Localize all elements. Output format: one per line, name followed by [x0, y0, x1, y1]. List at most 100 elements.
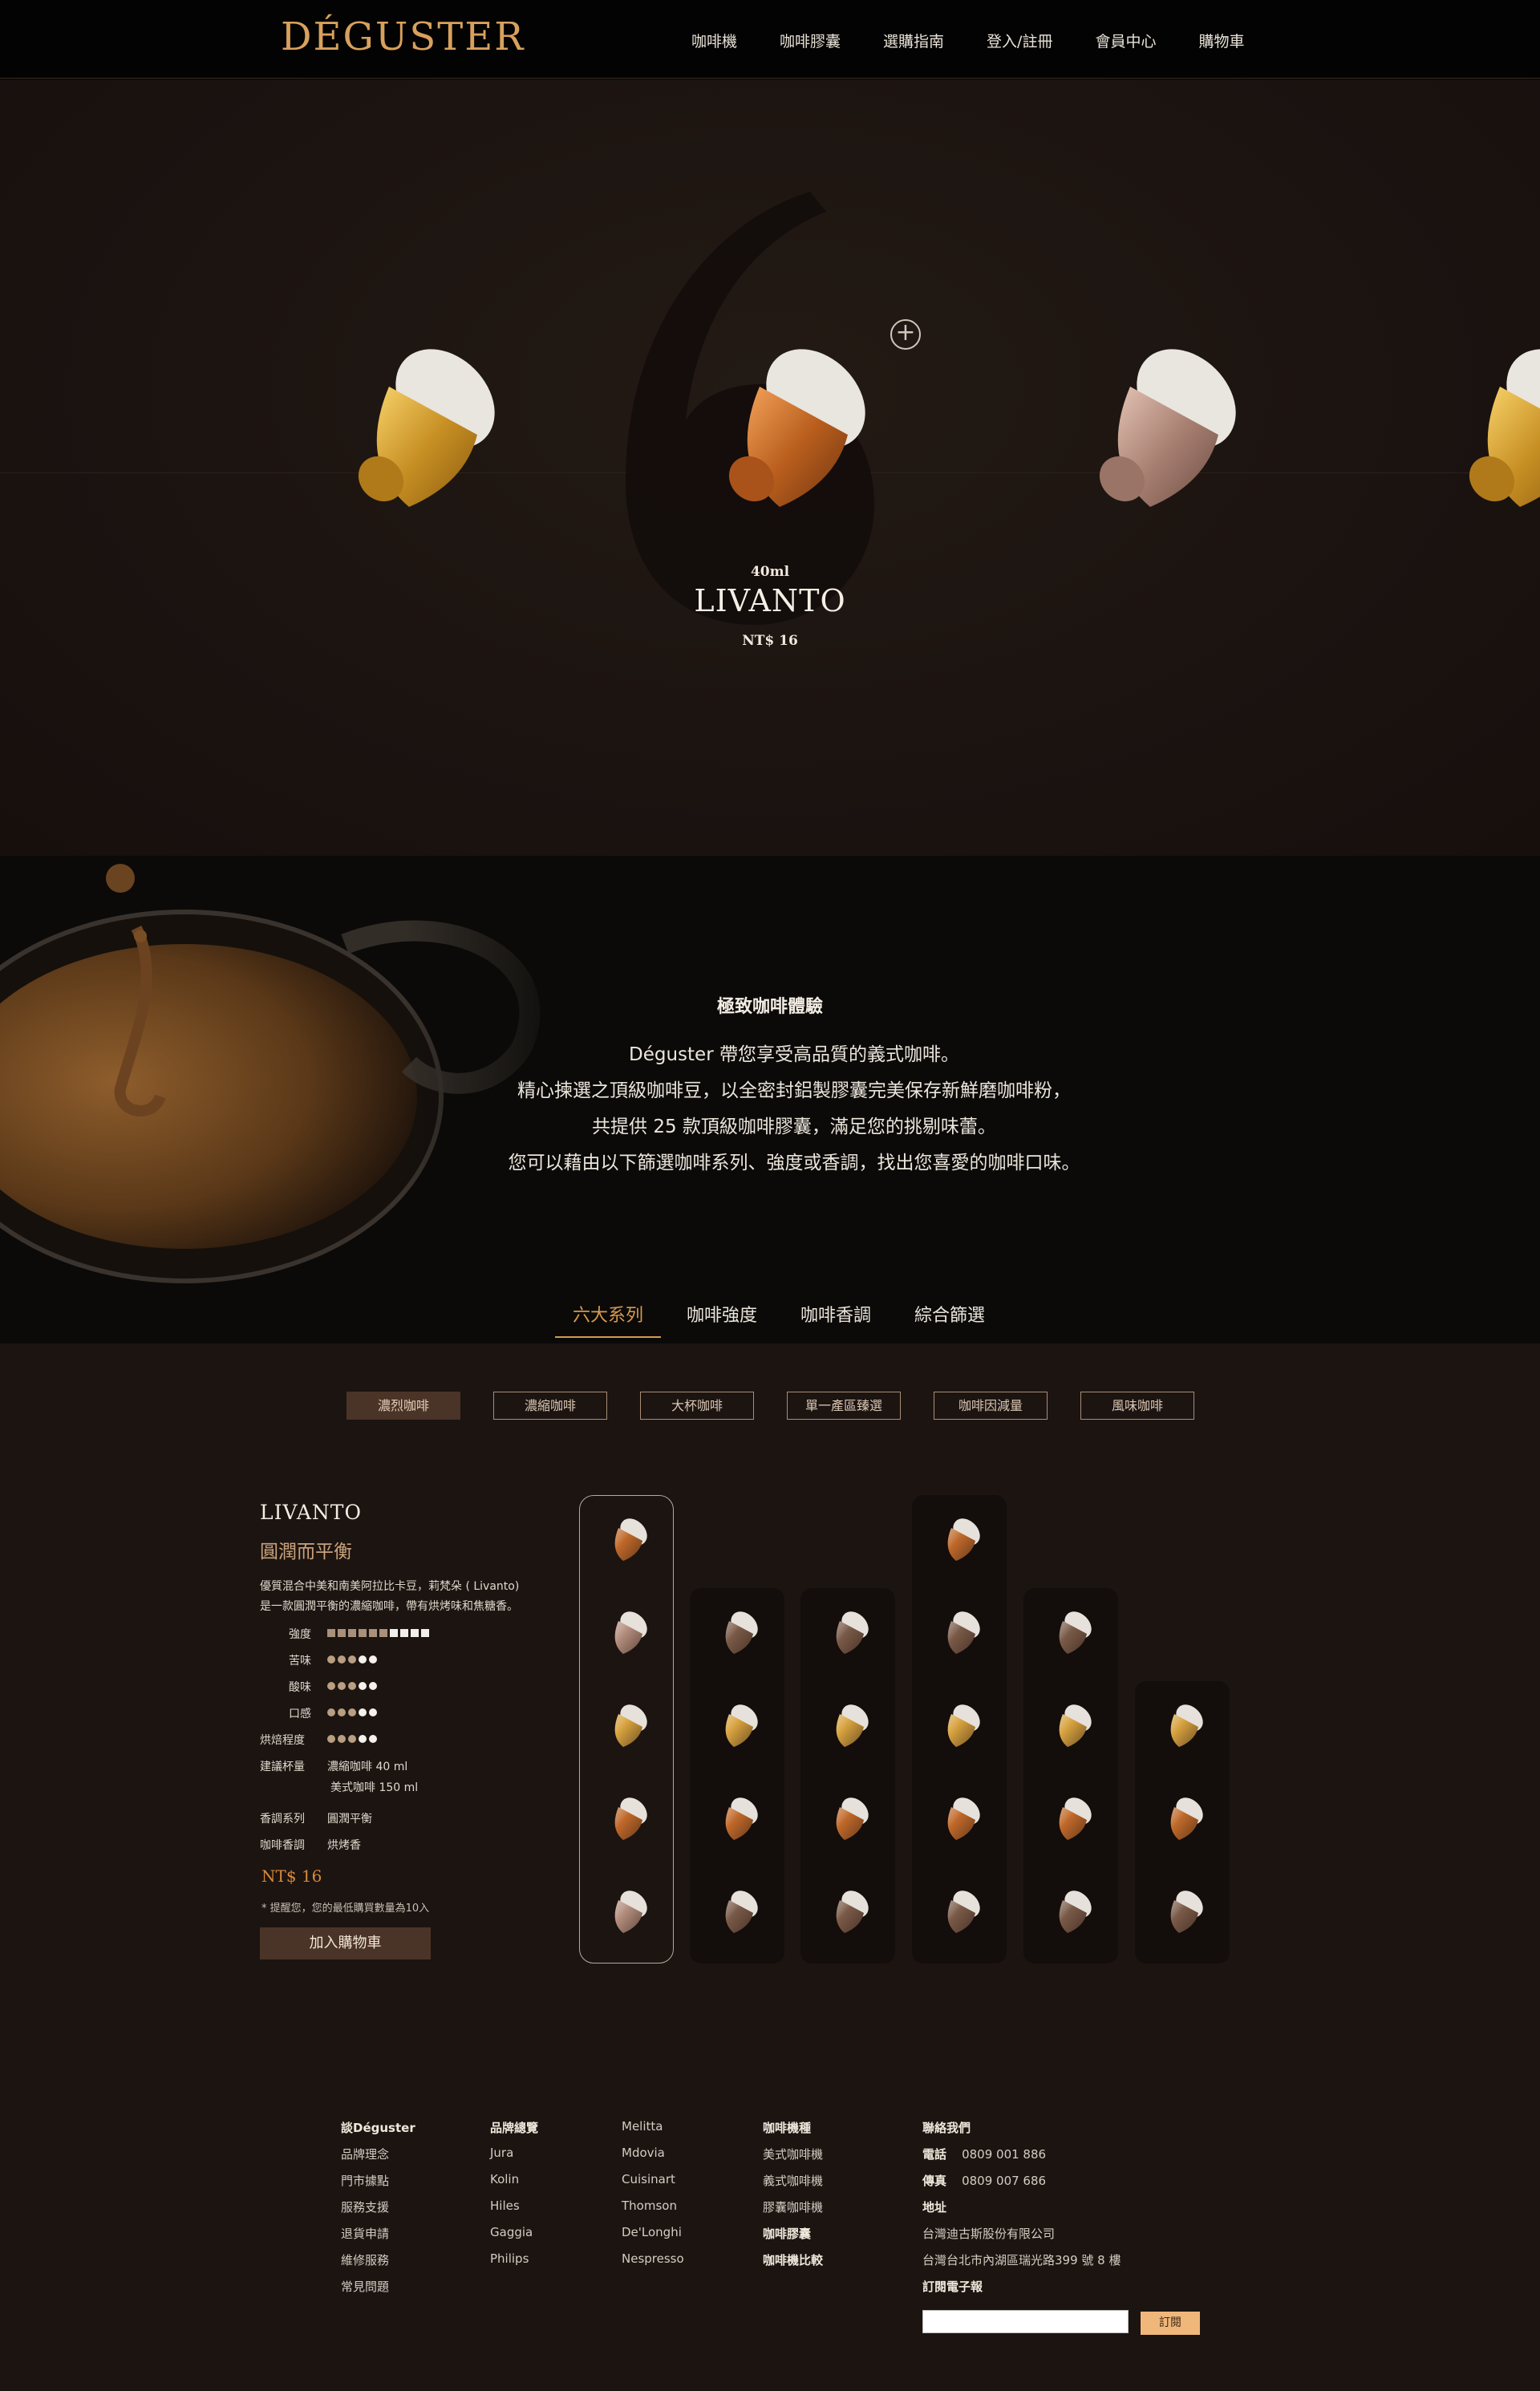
filter-lungo[interactable]: 大杯咖啡 — [640, 1392, 754, 1420]
footer-link[interactable]: 義式咖啡機 — [763, 2172, 823, 2199]
detail-desc: 優質混合中美和南美阿拉比卡豆，莉梵朵 ( Livanto) — [260, 1580, 520, 1593]
capsule-item[interactable] — [800, 1874, 895, 1946]
capsule-item[interactable] — [579, 1781, 674, 1853]
aroma-label: 咖啡香調 — [260, 1839, 305, 1852]
tab-series[interactable]: 六大系列 — [555, 1301, 662, 1338]
capsule-item[interactable] — [800, 1688, 895, 1760]
rating-dot — [338, 1682, 346, 1690]
footer-link[interactable]: 常見問題 — [341, 2278, 415, 2304]
intensity-label: 強度 — [289, 1628, 311, 1641]
filter-intense[interactable]: 濃烈咖啡 — [346, 1392, 460, 1420]
rating-dot — [359, 1655, 367, 1664]
newsletter-email-input[interactable] — [922, 2310, 1129, 2333]
detail-price: NT$ 16 — [261, 1866, 322, 1886]
footer-link[interactable]: 品牌理念 — [341, 2146, 415, 2172]
footer-link[interactable]: Cuisinart — [622, 2172, 684, 2199]
capsule-item[interactable] — [690, 1595, 784, 1667]
capsule-rose-icon[interactable] — [1074, 342, 1266, 535]
intensity-square — [338, 1629, 346, 1637]
filter-single-origin[interactable]: 單一產區臻選 — [787, 1392, 901, 1420]
capsule-icon — [836, 1704, 869, 1747]
capsule-item[interactable] — [1023, 1874, 1118, 1946]
capsule-item[interactable] — [690, 1781, 784, 1853]
capsule-item[interactable] — [1023, 1781, 1118, 1853]
newsletter-label: 訂閱電子報 — [922, 2280, 983, 2294]
footer-link[interactable]: 咖啡機比較 — [763, 2251, 823, 2278]
cup-size-value: 美式咖啡 150 ml — [330, 1781, 419, 1794]
footer-link[interactable]: Melitta — [622, 2119, 684, 2146]
footer-link[interactable]: 門市據點 — [341, 2172, 415, 2199]
footer-link[interactable]: Nespresso — [622, 2251, 684, 2278]
series-value: 圓潤平衡 — [327, 1813, 372, 1826]
nav-item-login[interactable]: 登入/註冊 — [987, 30, 1052, 51]
footer-link[interactable]: 咖啡膠囊 — [763, 2225, 823, 2251]
capsule-item[interactable] — [800, 1781, 895, 1853]
footer-link[interactable]: 服務支援 — [341, 2199, 415, 2225]
capsule-item[interactable] — [690, 1874, 784, 1946]
footer-link[interactable]: 美式咖啡機 — [763, 2146, 823, 2172]
footer-heading: 聯絡我們 — [922, 2121, 971, 2135]
footer-link[interactable]: Jura — [490, 2146, 538, 2172]
detail-desc: 是一款圓潤平衡的濃縮咖啡，帶有烘烤味和焦糖香。 — [260, 1600, 518, 1613]
intensity-square — [348, 1629, 356, 1637]
capsule-item[interactable] — [912, 1688, 1007, 1760]
capsule-item[interactable] — [912, 1874, 1007, 1946]
rating-dot — [369, 1708, 377, 1716]
intensity-square — [411, 1629, 419, 1637]
plus-icon[interactable]: + — [890, 319, 921, 350]
capsule-item[interactable] — [1135, 1874, 1230, 1946]
nav-item-coffee-machines[interactable]: 咖啡機 — [691, 30, 737, 51]
footer-link[interactable]: 維修服務 — [341, 2251, 415, 2278]
capsule-gold-partial-icon[interactable] — [1444, 342, 1540, 535]
nav-item-capsules[interactable]: 咖啡膠囊 — [780, 30, 841, 51]
filter-espresso[interactable]: 濃縮咖啡 — [493, 1392, 607, 1420]
logo[interactable]: DÉGUSTER — [281, 14, 525, 59]
intensity-square — [421, 1629, 429, 1637]
capsule-item[interactable] — [912, 1781, 1007, 1853]
footer-link[interactable]: Philips — [490, 2251, 538, 2278]
footer-link[interactable]: Thomson — [622, 2199, 684, 2225]
capsule-item[interactable] — [1023, 1688, 1118, 1760]
capsule-item[interactable] — [912, 1595, 1007, 1667]
footer-link[interactable]: Kolin — [490, 2172, 538, 2199]
cup-size-label: 建議杯量 — [260, 1761, 305, 1773]
footer-link[interactable]: 退貨申請 — [341, 2225, 415, 2251]
tab-aroma[interactable]: 咖啡香調 — [783, 1301, 889, 1338]
nav-item-cart[interactable]: 購物車 — [1198, 30, 1244, 51]
capsule-item[interactable] — [690, 1688, 784, 1760]
rating-dot — [369, 1682, 377, 1690]
capsule-item[interactable] — [1023, 1595, 1118, 1667]
footer-link[interactable]: Gaggia — [490, 2225, 538, 2251]
hero-carousel: + 40ml LIVANTO NT$ 16 — [0, 79, 1540, 856]
tab-combined[interactable]: 綜合篩選 — [897, 1301, 1003, 1338]
capsule-gold-icon[interactable] — [333, 342, 525, 535]
filter-decaf[interactable]: 咖啡因減量 — [934, 1392, 1048, 1420]
rating-dot — [348, 1655, 356, 1664]
capsule-item[interactable] — [1135, 1781, 1230, 1853]
footer-link[interactable]: De'Longhi — [622, 2225, 684, 2251]
intensity-square — [379, 1629, 387, 1637]
capsule-copper-icon[interactable] — [703, 342, 896, 535]
capsule-item[interactable] — [579, 1688, 674, 1760]
capsule-item[interactable] — [579, 1595, 674, 1667]
rating-dot — [338, 1655, 346, 1664]
tab-intensity[interactable]: 咖啡強度 — [669, 1301, 775, 1338]
capsule-item[interactable] — [579, 1874, 674, 1946]
add-to-cart-button[interactable]: 加入購物車 — [260, 1927, 431, 1959]
subscribe-button[interactable]: 訂閱 — [1141, 2312, 1200, 2335]
footer-link[interactable]: 膠囊咖啡機 — [763, 2199, 823, 2225]
footer-link[interactable]: Mdovia — [622, 2146, 684, 2172]
capsule-item[interactable] — [1135, 1688, 1230, 1760]
intro-line: 共提供 25 款頂級咖啡膠囊，滿足您的挑剔味蕾。 — [592, 1116, 996, 1137]
filter-flavored[interactable]: 風味咖啡 — [1080, 1392, 1194, 1420]
capsule-item[interactable] — [579, 1501, 674, 1574]
capsule-icon — [947, 1518, 980, 1561]
aroma-row: 咖啡香調 烘烤香 — [260, 1837, 361, 1853]
nav-item-member[interactable]: 會員中心 — [1095, 30, 1156, 51]
footer-link[interactable]: Hiles — [490, 2199, 538, 2225]
intro-title: 極致咖啡體驗 — [716, 997, 823, 1017]
capsule-item[interactable] — [800, 1595, 895, 1667]
company-name: 台灣迪古斯股份有限公司 — [922, 2227, 1056, 2241]
capsule-item[interactable] — [912, 1501, 1007, 1574]
nav-item-guide[interactable]: 選購指南 — [883, 30, 944, 51]
